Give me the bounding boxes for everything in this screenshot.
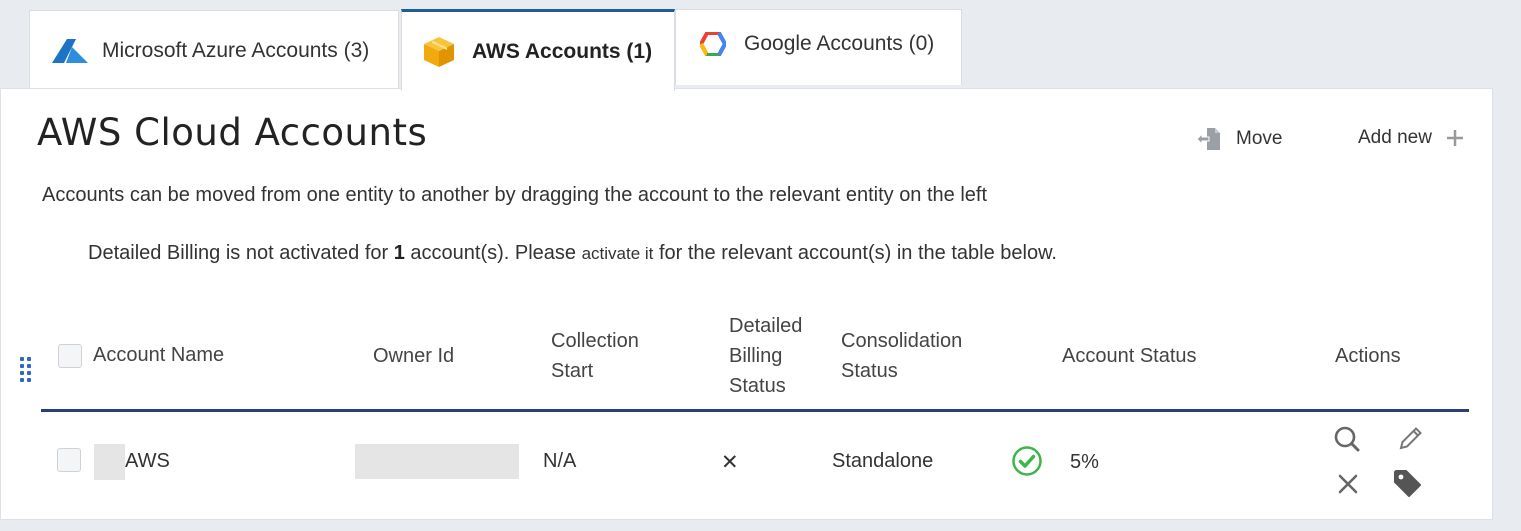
tab-aws-accounts[interactable]: AWS Accounts (1) [401, 9, 675, 91]
header-consolidation-status[interactable]: Consolidation Status [841, 326, 962, 386]
header-actions: Actions [1335, 345, 1401, 367]
redacted-name-prefix [94, 444, 125, 480]
tab-label: Microsoft Azure Accounts (3) [102, 39, 370, 62]
google-cloud-logo-icon [700, 31, 726, 56]
drag-info-text: Accounts can be moved from one entity to… [42, 184, 988, 206]
tab-label: AWS Accounts (1) [472, 39, 653, 63]
activate-link[interactable]: activate it [582, 244, 654, 263]
aws-cube-icon [422, 35, 456, 69]
tab-label: Google Accounts (0) [744, 31, 935, 55]
header-collection-start-line1: Collection [551, 330, 639, 352]
header-detailed-billing-line3: Status [729, 375, 786, 397]
row-checkbox[interactable] [57, 448, 81, 472]
table-header: Account Name Owner Id Collection Start D… [41, 309, 1469, 412]
check-circle-icon [1011, 445, 1043, 477]
search-icon[interactable] [1333, 425, 1361, 453]
header-consolidation-line2: Status [841, 360, 898, 382]
page-title: AWS Cloud Accounts [37, 111, 428, 154]
header-consolidation-line1: Consolidation [841, 330, 963, 352]
move-button[interactable]: Move [1196, 127, 1282, 151]
header-collection-start-line2: Start [551, 360, 594, 382]
cell-detailed-billing-x: ✕ [721, 451, 739, 474]
close-icon[interactable] [1337, 473, 1359, 495]
drag-handle-icon[interactable] [19, 357, 33, 383]
tab-azure-accounts[interactable]: Microsoft Azure Accounts (3) [29, 10, 399, 91]
add-new-button[interactable]: Add new [1358, 127, 1464, 149]
pencil-icon[interactable] [1397, 426, 1425, 452]
tab-google-accounts[interactable]: Google Accounts (0) [675, 9, 962, 85]
cell-account-status: 5% [1070, 451, 1099, 473]
add-new-label: Add new [1358, 127, 1432, 148]
billing-note-prefix: Detailed Billing is not activated for [88, 242, 394, 264]
header-detailed-billing-line1: Detailed [729, 315, 803, 337]
cell-account-name: AWS [125, 450, 170, 472]
accounts-panel: AWS Cloud Accounts Move Add new Accounts… [0, 88, 1493, 520]
move-label: Move [1236, 128, 1283, 149]
move-icon [1196, 127, 1222, 151]
cell-collection-start: N/A [543, 450, 577, 472]
header-account-status[interactable]: Account Status [1062, 341, 1197, 371]
billing-notice: Detailed Billing is not activated for 1 … [88, 242, 1057, 265]
redacted-owner-id [355, 444, 519, 479]
billing-note-middle: account(s). Please [404, 242, 582, 264]
billing-note-count: 1 [393, 242, 405, 264]
header-collection-start[interactable]: Collection Start [551, 326, 639, 386]
header-owner-id[interactable]: Owner Id [373, 341, 454, 371]
header-detailed-billing-status[interactable]: Detailed Billing Status [729, 311, 802, 401]
cell-consolidation-status: Standalone [832, 450, 934, 472]
plus-icon [1446, 129, 1464, 147]
billing-note-suffix: for the relevant account(s) in the table… [653, 242, 1057, 264]
header-account-name[interactable]: Account Name [93, 340, 224, 370]
azure-logo-icon [52, 38, 88, 64]
select-all-checkbox[interactable] [58, 344, 82, 368]
header-detailed-billing-line2: Billing [729, 345, 783, 367]
tag-icon[interactable] [1393, 469, 1423, 499]
